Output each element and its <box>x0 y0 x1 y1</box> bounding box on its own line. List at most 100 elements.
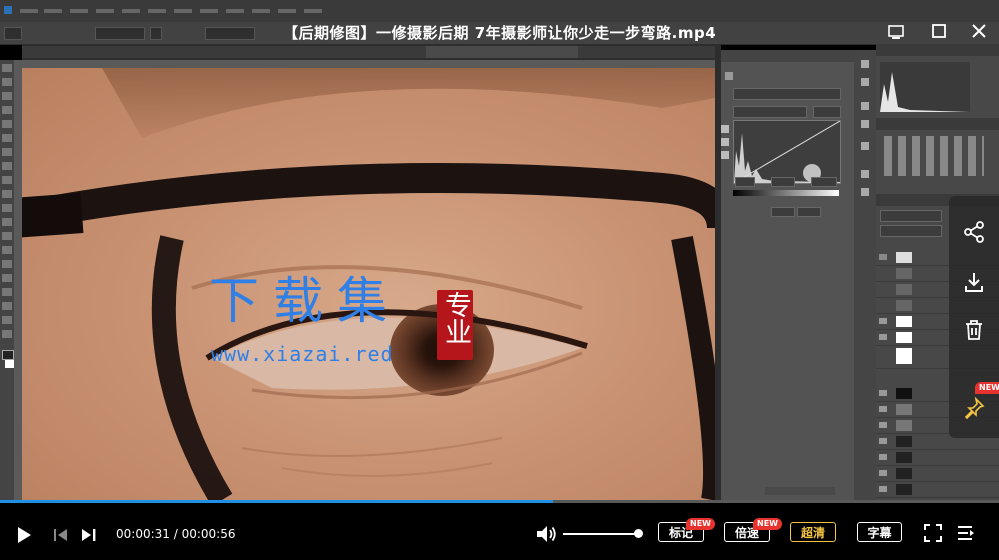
menu-item <box>304 9 322 13</box>
curves-icon <box>725 72 733 80</box>
ruler-left <box>14 68 22 500</box>
adjustment-icons <box>884 136 984 176</box>
side-action-panel: NEW <box>949 196 999 438</box>
progress-bar[interactable] <box>0 500 999 503</box>
share-icon <box>964 221 984 243</box>
quality-button[interactable]: 超清 <box>790 522 836 542</box>
menu-item <box>226 9 244 13</box>
time-separator: / <box>169 527 182 541</box>
watermark-url: www.xiazai.red <box>211 342 394 366</box>
skip-next-icon <box>82 529 96 541</box>
playlist-button[interactable] <box>955 522 977 544</box>
brush-settings-icon <box>861 120 869 128</box>
download-button[interactable] <box>949 262 999 302</box>
screen-cast-icon <box>888 25 904 39</box>
output-level-field <box>797 207 821 217</box>
eye-icon <box>879 406 887 412</box>
eye-icon <box>879 470 887 476</box>
video-title: 【后期修图】一修摄影后期 7年摄影师让你少走一步弯路.mp4 <box>283 24 717 42</box>
layer-thumbnail <box>896 388 912 399</box>
panel-footer-icons <box>765 487 835 495</box>
share-button[interactable] <box>949 212 999 252</box>
menu-item <box>252 9 270 13</box>
type-tool-icon <box>2 274 12 282</box>
auto-button <box>813 106 841 118</box>
output-field <box>811 177 837 187</box>
menu-item <box>96 9 114 13</box>
eye-icon <box>879 318 887 324</box>
layer-thumbnail <box>896 452 912 463</box>
delete-button[interactable] <box>949 310 999 350</box>
history-icon <box>861 60 869 68</box>
stamp-tool-icon <box>2 176 12 184</box>
layer-thumbnail <box>896 284 912 295</box>
volume-button[interactable] <box>534 523 558 545</box>
layer-thumbnail <box>896 468 912 479</box>
play-button[interactable] <box>12 524 34 546</box>
preset-select <box>733 88 841 100</box>
gradient-tool-icon <box>2 218 12 226</box>
previous-button[interactable] <box>50 524 72 546</box>
volume-icon <box>537 526 556 542</box>
pin-button[interactable] <box>949 388 999 428</box>
menu-item <box>122 9 140 13</box>
path-select-icon <box>2 288 12 296</box>
panel-tabs <box>721 50 854 62</box>
eye-icon <box>879 454 887 460</box>
playlist-icon <box>958 526 974 540</box>
layer-thumbnail <box>896 348 912 364</box>
layer-thumbnail <box>896 436 912 447</box>
pen-tool-icon <box>2 260 12 268</box>
volume-slider[interactable] <box>563 533 639 535</box>
close-button[interactable] <box>968 20 990 42</box>
skip-previous-icon <box>54 529 67 541</box>
pin-icon <box>964 396 985 420</box>
watermark-text: 下载集 <box>209 272 401 330</box>
curves-histogram <box>733 120 841 184</box>
subtitle-button[interactable]: 字幕 <box>857 522 902 542</box>
menu-item <box>20 9 38 13</box>
eyedropper-icon <box>721 151 729 159</box>
marquee-tool-icon <box>2 78 12 86</box>
layer-thumbnail <box>896 252 912 263</box>
blend-mode-select <box>880 225 942 237</box>
histogram-graph <box>733 120 841 184</box>
trash-icon <box>966 320 982 340</box>
download-icon <box>965 273 983 292</box>
gamma-field <box>771 177 795 187</box>
progress-fill <box>0 500 554 503</box>
output-level-field <box>771 207 795 217</box>
history-brush-icon <box>2 190 12 198</box>
screen-cast-button[interactable] <box>885 20 907 42</box>
quick-select-icon <box>2 106 12 114</box>
info-icon <box>861 102 869 110</box>
dodge-tool-icon <box>2 246 12 254</box>
volume-slider-handle[interactable] <box>634 529 643 538</box>
histogram-panel <box>880 62 970 112</box>
maximize-button[interactable] <box>928 20 950 42</box>
character-icon <box>861 170 869 178</box>
histogram-graph <box>880 72 970 112</box>
hand-tool-icon <box>2 316 12 324</box>
menu-item <box>70 9 88 13</box>
watermark: 下载集 www.xiazai.red 专业 <box>205 272 485 372</box>
eye-icon <box>879 422 887 428</box>
watermark-seal-text: 专业 <box>440 291 471 345</box>
player-controls: 00:00:31 / 00:00:56 标记 NEW 倍速 NEW 超清 字幕 <box>0 500 999 560</box>
current-time: 00:00:31 <box>116 527 170 541</box>
fullscreen-button[interactable] <box>922 522 944 544</box>
zoom-tool-icon <box>2 330 12 338</box>
ruler-top <box>14 60 715 68</box>
blur-tool-icon <box>2 232 12 240</box>
next-button[interactable] <box>78 524 100 546</box>
eye-icon <box>879 486 887 492</box>
layer-thumbnail <box>896 404 912 415</box>
eye-icon <box>879 390 887 396</box>
channel-select <box>733 106 807 118</box>
layer-thumbnail <box>896 420 912 431</box>
layer-filter <box>880 210 942 222</box>
menu-item <box>148 9 166 13</box>
bookmark-new-badge: NEW <box>686 518 715 530</box>
brush-tool-icon <box>2 162 12 170</box>
menu-item <box>200 9 218 13</box>
